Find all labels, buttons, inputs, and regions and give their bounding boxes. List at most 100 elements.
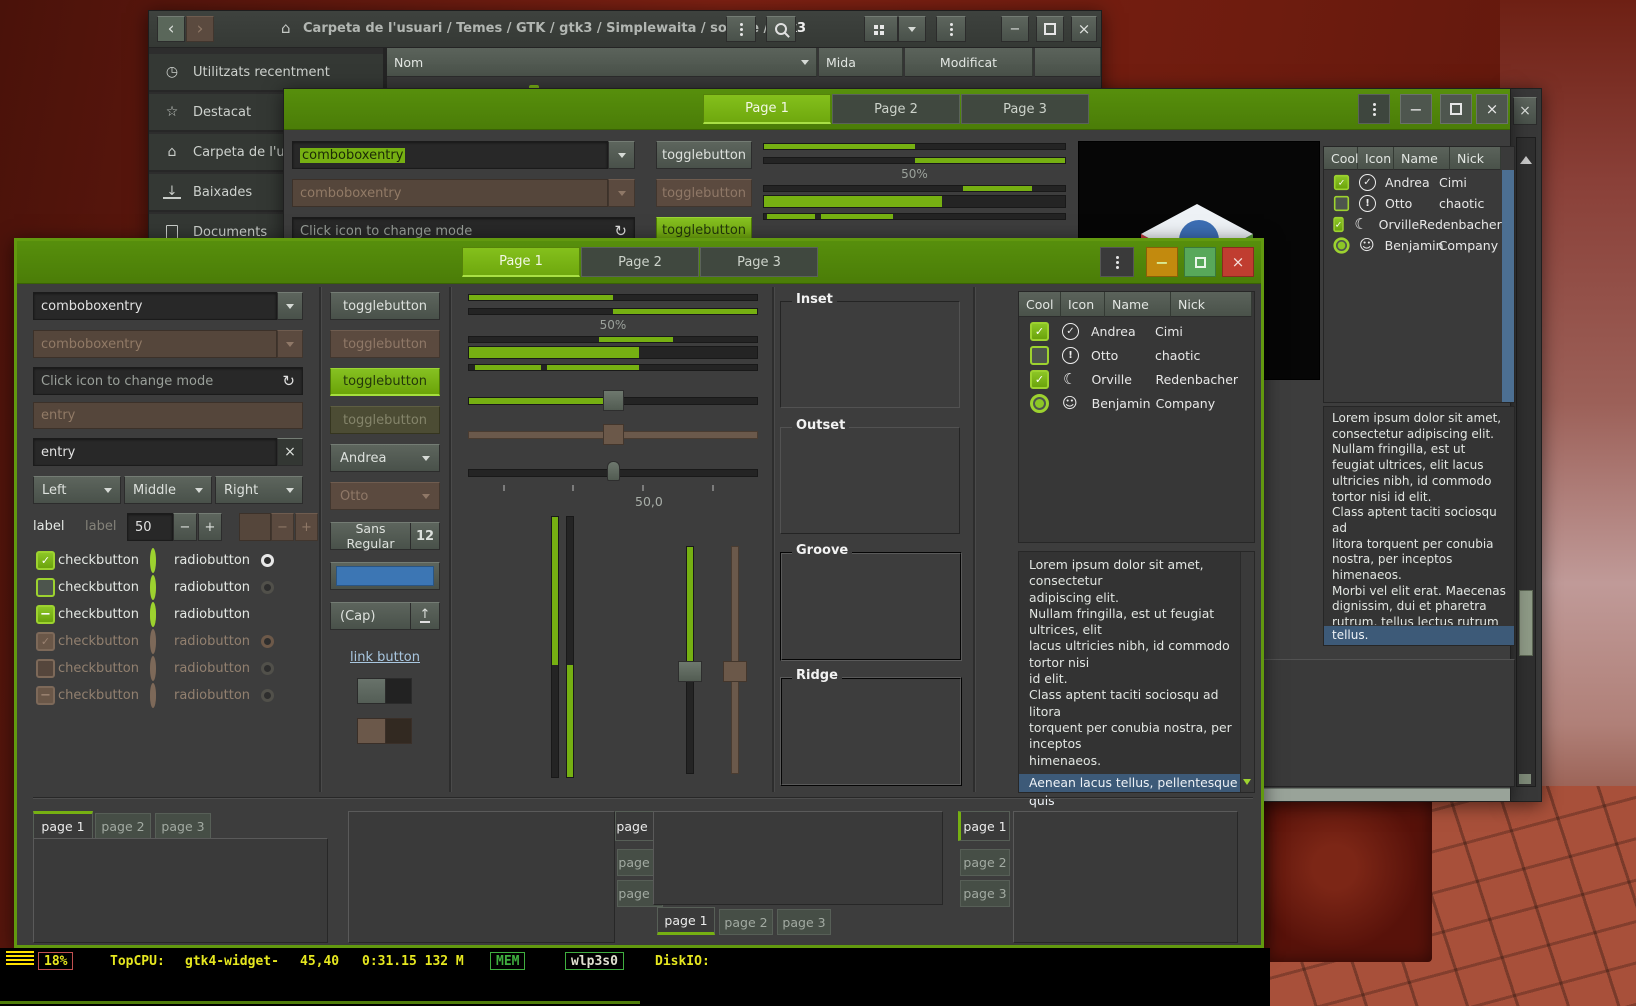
slider-handle[interactable]	[603, 390, 624, 411]
view-grid-button[interactable]	[864, 16, 898, 42]
window-menu-button[interactable]	[936, 16, 966, 42]
checkbutton-unchecked[interactable]	[36, 578, 55, 597]
headerbar[interactable]: Page 1 Page 2 Page 3 − ×	[17, 241, 1261, 284]
tab-page1[interactable]: Page 1	[703, 94, 831, 124]
maximize-button[interactable]	[1036, 16, 1064, 42]
comboboxentry-dropdown-button[interactable]	[277, 292, 303, 320]
treeview[interactable]: Cool Icon Name Nick ✓AndreaCimi !Ottocha…	[1018, 291, 1255, 543]
radiobutton-small[interactable]	[261, 581, 274, 594]
table-row[interactable]: ☺BenjaminCompany	[1019, 391, 1252, 415]
scrollbar-vertical[interactable]	[1516, 137, 1536, 787]
radio-selected[interactable]	[1333, 237, 1349, 253]
tab-page2[interactable]: Page 2	[581, 247, 699, 277]
notebook4-tab-page2[interactable]: page 2	[960, 849, 1010, 876]
switch-handle[interactable]	[358, 679, 386, 703]
minimize-button[interactable]: −	[1146, 247, 1178, 277]
notebook3-tab-page1[interactable]: page 1	[657, 907, 715, 935]
search-button[interactable]	[766, 16, 796, 42]
minimize-button[interactable]: −	[1001, 16, 1029, 42]
scrollbar-vertical[interactable]	[1240, 552, 1254, 792]
window-menu-button[interactable]	[1100, 247, 1134, 277]
view-options-button[interactable]	[898, 16, 926, 42]
checkbutton-checked[interactable]	[36, 551, 55, 570]
spin-increment-button[interactable]: +	[198, 513, 222, 541]
checkbutton-indeterminate[interactable]	[36, 605, 55, 624]
scroll-up-icon[interactable]	[1520, 150, 1532, 164]
tab-page3[interactable]: Page 3	[961, 94, 1089, 124]
tab-page3[interactable]: Page 3	[700, 247, 818, 277]
radiobutton-unselected[interactable]	[150, 575, 156, 600]
maximize-button[interactable]	[1184, 247, 1216, 277]
dropdown-left[interactable]: Left	[33, 476, 121, 504]
comboboxentry[interactable]: comboboxentry	[33, 292, 277, 320]
checkbox-checked[interactable]	[1030, 322, 1049, 341]
radiobutton-small[interactable]	[261, 554, 274, 567]
scrollbar-thumb[interactable]	[1519, 590, 1533, 656]
tab-page2[interactable]: Page 2	[832, 94, 960, 124]
tab-page1[interactable]: Page 1	[462, 247, 580, 277]
hscale-with-marks[interactable]	[468, 459, 758, 493]
tree-col-cool[interactable]: Cool	[1019, 292, 1061, 317]
close-button[interactable]: ×	[1071, 16, 1097, 42]
close-button[interactable]: ×	[1513, 97, 1537, 125]
table-row[interactable]: !Ottochaotic	[1324, 193, 1500, 214]
treeview[interactable]: Cool Icon Name Nick ✓AndreaCimi !Ottocha…	[1323, 146, 1515, 403]
notebook3-tab-page3[interactable]: page 3	[777, 909, 831, 935]
minimize-button[interactable]: −	[1400, 94, 1432, 124]
back-button[interactable]: ‹	[157, 16, 185, 42]
comboboxentry[interactable]: comboboxentry	[292, 141, 608, 169]
window-menu-button[interactable]	[1358, 94, 1390, 124]
togglebutton-active[interactable]: togglebutton	[330, 368, 440, 396]
textview[interactable]: Lorem ipsum dolor sit amet, consectetur …	[1018, 551, 1255, 793]
tree-col-icon[interactable]: Icon	[1061, 292, 1105, 317]
icon-entry[interactable]: Click icon to change mode↻	[33, 367, 303, 395]
table-row[interactable]: !Ottochaotic	[1019, 343, 1252, 367]
dropdown-right[interactable]: Right	[215, 476, 303, 504]
radiobutton-indeterminate[interactable]	[150, 602, 156, 627]
table-row[interactable]: ☾OrvilleRedenbacher	[1324, 214, 1500, 235]
dropdown-middle[interactable]: Middle	[124, 476, 212, 504]
notebook1-tab-page1[interactable]: page 1	[33, 811, 93, 839]
table-row[interactable]: ✓AndreaCimi	[1324, 172, 1500, 193]
checkbox-checked[interactable]	[1030, 370, 1049, 389]
vscale[interactable]	[678, 546, 702, 776]
pane-divider[interactable]	[973, 287, 976, 792]
checkbox-checked[interactable]	[1334, 175, 1349, 190]
tree-col-nick[interactable]: Nick	[1171, 292, 1252, 317]
switch-off[interactable]	[357, 678, 412, 704]
tree-col-name[interactable]: Name	[1394, 147, 1450, 170]
entry[interactable]: entry	[33, 438, 277, 466]
table-row[interactable]: ✓AndreaCimi	[1019, 319, 1252, 343]
refresh-icon[interactable]: ↻	[282, 372, 295, 390]
scrollbar-vertical[interactable]	[1502, 170, 1514, 402]
tree-col-cool[interactable]: Cool	[1324, 147, 1358, 170]
notebook4-tab-page1[interactable]: page 1	[958, 811, 1010, 841]
slider-handle[interactable]	[607, 461, 620, 481]
pane-divider[interactable]	[772, 287, 775, 792]
menu-kebab-button[interactable]	[726, 16, 756, 42]
notebook1-tab-page3[interactable]: page 3	[155, 813, 211, 839]
column-header-name[interactable]: Nom	[387, 48, 817, 77]
column-header-modified[interactable]: Modificat	[905, 48, 1033, 77]
notebook4-tab-page3[interactable]: page 3	[960, 880, 1010, 907]
checkbox-unchecked[interactable]	[1030, 346, 1049, 365]
notebook3-tab-page2[interactable]: page 2	[719, 909, 773, 935]
table-row[interactable]: ☾OrvilleRedenbacher	[1019, 367, 1252, 391]
entry-clear-button[interactable]: ×	[277, 438, 303, 466]
maximize-button[interactable]	[1440, 94, 1472, 124]
checkbox-unchecked[interactable]	[1334, 196, 1349, 211]
radiobutton-selected[interactable]	[150, 548, 156, 573]
sidebar-item-recent[interactable]: ◷Utilitzats recentment	[149, 54, 383, 92]
radio-selected[interactable]	[1030, 394, 1049, 413]
hscale[interactable]	[468, 389, 758, 413]
pane-divider[interactable]	[319, 287, 322, 792]
tree-col-name[interactable]: Name	[1105, 292, 1171, 317]
file-chooser-button[interactable]: (Cap) ↑	[330, 602, 440, 630]
comboboxentry-dropdown-button[interactable]	[608, 141, 635, 169]
checkbox-checked[interactable]	[1333, 217, 1344, 232]
tree-col-icon[interactable]: Icon	[1358, 147, 1394, 170]
slider-handle[interactable]	[678, 661, 702, 682]
headerbar[interactable]: Page 1 Page 2 Page 3 − ×	[284, 89, 1510, 130]
scrollbar-thumb-2[interactable]	[1519, 774, 1531, 784]
link-button[interactable]: link button	[330, 646, 440, 665]
